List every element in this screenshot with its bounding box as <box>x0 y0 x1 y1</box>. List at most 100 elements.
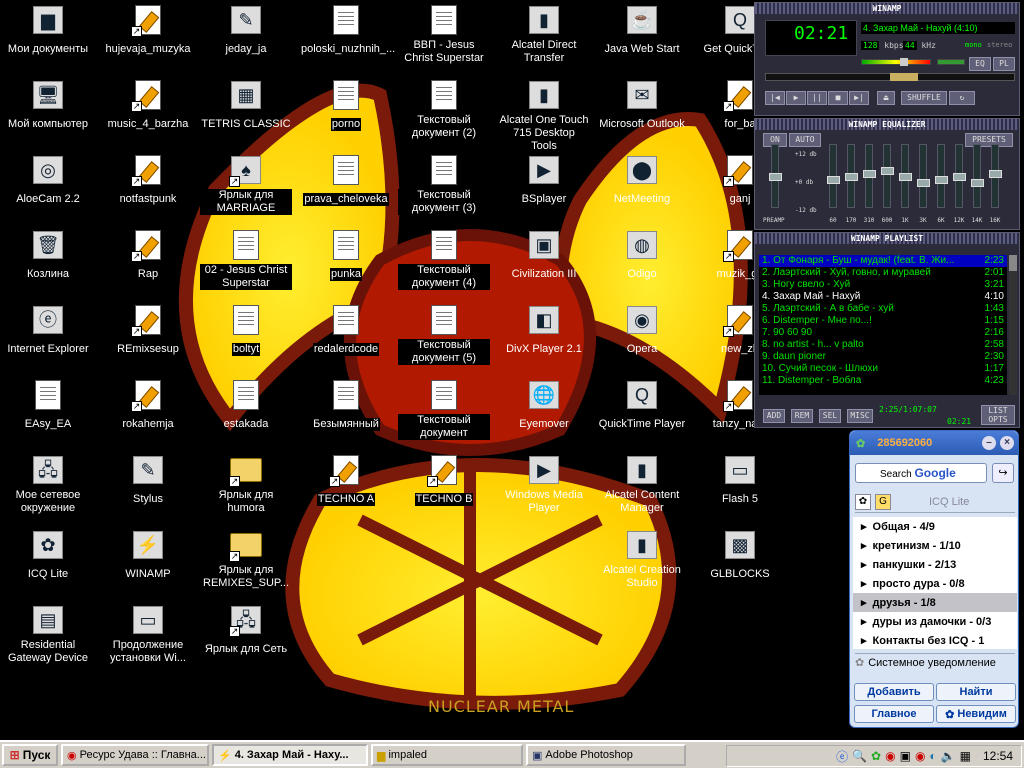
playlist-item[interactable]: 6. Distemper - Мне по...! 1:15 <box>759 315 1007 327</box>
desktop-icon[interactable]: Текстовый документ (3) <box>398 154 490 216</box>
eq-band-slider[interactable] <box>881 144 894 208</box>
playlist-item[interactable]: 4. Захар Май - Нахуй 4:10 <box>759 291 1007 303</box>
desktop-icon[interactable]: ↗ Rap <box>102 229 194 282</box>
wmp-tray-icon[interactable]: ◐ <box>929 749 936 763</box>
winamp-seek-bar[interactable] <box>765 73 1015 81</box>
icq-search-field[interactable]: Search Google <box>855 463 987 483</box>
winamp-balance-slider[interactable] <box>937 59 965 65</box>
eq-band-slider[interactable] <box>971 144 984 208</box>
playlist-item[interactable]: 7. 90 60 90 2:16 <box>759 327 1007 339</box>
close-icon[interactable]: × <box>1000 436 1014 450</box>
icq-group-item[interactable]: ▸ Общая - 4/9 <box>853 517 1017 536</box>
winamp-stop-button[interactable]: ■ <box>828 91 848 105</box>
playlist-item[interactable]: 3. Ногу свело - Хуй 3:21 <box>759 279 1007 291</box>
eq-band-slider-knob[interactable] <box>899 173 912 181</box>
desktop-icon[interactable]: ◍ Odigo <box>596 229 688 282</box>
desktop-icon[interactable]: poloski_nuzhnih_... <box>300 4 397 57</box>
winamp-play-button[interactable]: ▶ <box>786 91 806 105</box>
task-opera[interactable]: ◉ Ресурс Удава :: Главна... <box>61 744 209 766</box>
icq-group-item[interactable]: ▸ просто дура - 0/8 <box>853 574 1017 593</box>
desktop-icon[interactable]: 🖧 Мое сетевое окружение <box>2 454 94 516</box>
icq-lite-window[interactable]: ✿ 285692060 – × Search Google ↪ ✿ G ICQ … <box>849 430 1019 728</box>
winamp-titlebar[interactable]: WINAMP <box>755 3 1019 14</box>
speaker-icon[interactable]: 🔈 <box>941 749 956 763</box>
icq-group-item[interactable]: ▸ дуры из дамочки - 0/3 <box>853 612 1017 631</box>
network-tray-icon[interactable]: ▦ <box>960 749 971 763</box>
desktop-icon[interactable]: ♠ ↗ Ярлык для MARRIAGE <box>200 154 292 216</box>
winamp-volume-slider[interactable] <box>861 58 931 66</box>
desktop-icon[interactable]: ▮ Alcatel Creation Studio <box>596 529 688 591</box>
playlist-item[interactable]: 10. Сучий песок - Шлюхи 1:17 <box>759 363 1007 375</box>
desktop-icon[interactable]: ✿ ICQ Lite <box>2 529 94 582</box>
winamp-volume-knob[interactable] <box>900 58 908 66</box>
eq-preamp-slider[interactable] <box>769 144 782 208</box>
desktop-icon[interactable]: Безымянный <box>300 379 392 432</box>
desktop-icon[interactable]: 🗑 Козлина <box>2 229 94 282</box>
opera-tray-icon[interactable]: ◉ <box>885 749 895 763</box>
task-photoshop[interactable]: ▣ Adobe Photoshop <box>526 744 686 766</box>
icq-add-button[interactable]: Добавить <box>854 683 934 701</box>
desktop-icon[interactable]: ▤ Residential Gateway Device <box>2 604 94 666</box>
desktop-icon[interactable]: redalerdcode <box>300 304 392 357</box>
desktop-icon[interactable]: 🖥 Мой компьютер <box>2 79 94 132</box>
eq-band-slider-knob[interactable] <box>863 170 876 178</box>
icq-group-item[interactable]: ▸ панкушки - 2/13 <box>853 555 1017 574</box>
desktop-icon[interactable]: Текстовый документ <box>398 379 490 441</box>
desktop-icon[interactable]: estakada <box>200 379 292 432</box>
desktop-icon[interactable]: ◎ AloeCam 2.2 <box>2 154 94 207</box>
desktop-icon[interactable]: Текстовый документ (4) <box>398 229 490 291</box>
winamp-shuffle-button[interactable]: SHUFFLE <box>901 91 947 105</box>
icq-status-button[interactable]: ✿ Невидим <box>936 705 1016 723</box>
eq-band-slider-knob[interactable] <box>935 176 948 184</box>
tab-g-icon[interactable]: G <box>875 493 891 510</box>
desktop-icon[interactable]: Q QuickTime Player <box>596 379 688 432</box>
eq-band-slider[interactable] <box>845 144 858 208</box>
desktop-icon[interactable]: 🌐 Eyemover <box>498 379 590 432</box>
playlist-misc-button[interactable]: MISC <box>847 409 873 423</box>
winamp-pause-button[interactable]: || <box>807 91 827 105</box>
playlist-add-button[interactable]: ADD <box>763 409 785 423</box>
icq-group-item[interactable]: ▸ кретинизм - 1/10 <box>853 536 1017 555</box>
playlist-item[interactable]: 2. Лаэртский - Хуй, говно, и муравей 2:01 <box>759 267 1007 279</box>
desktop-icon[interactable]: ↗ music_4_barzha <box>102 79 194 132</box>
playlist-item[interactable]: 1. От Фонаря - Буш - мудак! (feat. В. Жи… <box>759 255 1007 267</box>
desktop-icon[interactable]: Текстовый документ (2) <box>398 79 490 141</box>
task-impaled[interactable]: ▆ impaled <box>371 744 523 766</box>
playlist-item[interactable]: 11. Distemper - Вобла 4:23 <box>759 375 1007 387</box>
winamp-pl-toggle[interactable]: PL <box>993 57 1015 71</box>
eq-band-slider[interactable] <box>899 144 912 208</box>
eq-band-slider-knob[interactable] <box>917 179 930 187</box>
eq-band-slider-knob[interactable] <box>881 167 894 175</box>
eq-band-slider[interactable] <box>827 144 840 208</box>
winamp-eject-button[interactable]: ⏏ <box>877 91 895 105</box>
desktop-icon[interactable]: ▮ Alcatel Direct Transfer <box>498 4 590 66</box>
desktop-icon[interactable]: ▦ TETRIS CLASSIC <box>200 79 292 132</box>
desktop-icon[interactable]: EAsy_EA <box>2 379 94 432</box>
playlist-titlebar[interactable]: WINAMP PLAYLIST <box>755 233 1019 244</box>
desktop-icon[interactable]: ✉ Microsoft Outlook <box>596 79 688 132</box>
desktop-icon[interactable]: ✎ jeday_ja <box>200 4 292 57</box>
eq-band-slider-knob[interactable] <box>971 179 984 187</box>
desktop-icon[interactable]: porno <box>300 79 392 132</box>
eq-band-slider[interactable] <box>917 144 930 208</box>
desktop-icon[interactable]: ▣ Civilization III <box>498 229 590 282</box>
desktop-icon[interactable]: ↗ REmixsesup <box>102 304 194 357</box>
winamp-next-button[interactable]: ▶| <box>849 91 869 105</box>
eq-preamp-slider-knob[interactable] <box>769 173 782 181</box>
desktop-icon[interactable]: prava_cheloveka <box>300 154 392 207</box>
winamp-main-window[interactable]: WINAMP 02:21 4. Захар Май - Нахуй (4:10)… <box>754 2 1020 116</box>
playlist-rem-button[interactable]: REM <box>791 409 813 423</box>
desktop-icon[interactable]: ▶ BSplayer <box>498 154 590 207</box>
desktop-icon[interactable]: boltyt <box>200 304 292 357</box>
eq-band-slider-knob[interactable] <box>953 173 966 181</box>
desktop-icon[interactable]: ↗ hujevaja_muzyka <box>102 4 194 57</box>
icq-search-go-button[interactable]: ↪ <box>992 463 1014 483</box>
icq-group-item[interactable]: ▸ друзья - 1/8 <box>853 593 1017 612</box>
desktop-icon[interactable]: ▭ Flash 5 <box>694 454 786 507</box>
desktop-icon[interactable]: ↗ notfastpunk <box>102 154 194 207</box>
icq-tray-icon[interactable]: ✿ <box>871 749 881 763</box>
desktop-icon[interactable]: ↗ TECHNO B <box>398 454 490 507</box>
eq-band-slider[interactable] <box>863 144 876 208</box>
eq-band-slider[interactable] <box>953 144 966 208</box>
desktop-icon[interactable]: ↗ TECHNO A <box>300 454 392 507</box>
